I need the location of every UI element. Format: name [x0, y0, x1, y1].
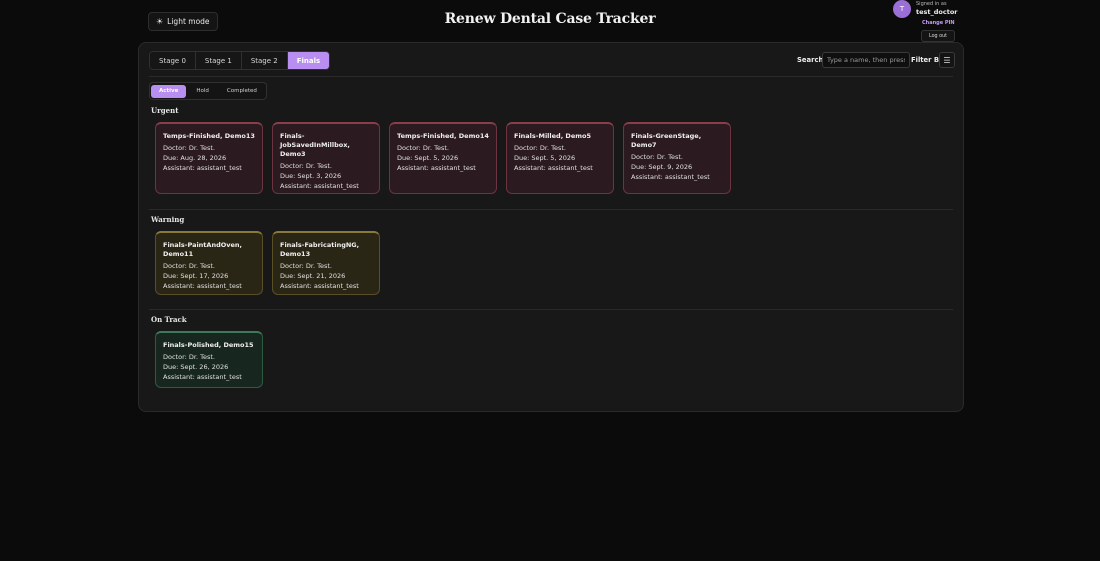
tab-hold[interactable]: Hold [188, 85, 217, 98]
case-due: Due: Sept. 5, 2026 [514, 154, 576, 162]
group-label-warning: Warning [151, 215, 185, 224]
case-doctor: Doctor: Dr. Test. [397, 144, 449, 152]
case-card[interactable]: Finals-Milled, Demo5 Doctor: Dr. Test. D… [506, 122, 614, 194]
tab-completed[interactable]: Completed [219, 85, 265, 98]
case-assistant: Assistant: assistant_test [163, 164, 242, 172]
case-assistant: Assistant: assistant_test [163, 373, 242, 381]
case-card[interactable]: Temps-Finished, Demo13 Doctor: Dr. Test.… [155, 122, 263, 194]
case-name: Finals-Polished, Demo15 [163, 341, 254, 349]
search-label: Search [797, 56, 824, 64]
tab-stage-1[interactable]: Stage 1 [195, 52, 242, 69]
case-doctor: Doctor: Dr. Test. [280, 262, 332, 270]
case-doctor: Doctor: Dr. Test. [163, 144, 215, 152]
group-label-urgent: Urgent [151, 106, 179, 115]
case-assistant: Assistant: assistant_test [280, 182, 359, 190]
case-name: Finals-JobSavedInMillbox, Demo3 [280, 132, 350, 158]
case-assistant: Assistant: assistant_test [280, 282, 359, 290]
case-name: Temps-Finished, Demo13 [163, 132, 255, 140]
case-name: Finals-PaintAndOven, Demo11 [163, 241, 242, 258]
stage-tabs: Stage 0 Stage 1 Stage 2 Finals [149, 51, 331, 70]
tab-active[interactable]: Active [151, 84, 187, 98]
filter-button[interactable]: ☰ [939, 52, 955, 68]
case-card[interactable]: Finals-Polished, Demo15 Doctor: Dr. Test… [155, 331, 263, 388]
status-tabs: Active Hold Completed [149, 82, 267, 100]
case-due: Due: Sept. 21, 2026 [280, 272, 346, 280]
case-card[interactable]: Finals-JobSavedInMillbox, Demo3 Doctor: … [272, 122, 380, 194]
case-doctor: Doctor: Dr. Test. [163, 262, 215, 270]
case-card[interactable]: Finals-PaintAndOven, Demo11 Doctor: Dr. … [155, 231, 263, 295]
tab-finals[interactable]: Finals [287, 52, 330, 69]
case-card[interactable]: Finals-FabricatingNG, Demo13 Doctor: Dr.… [272, 231, 380, 295]
case-doctor: Doctor: Dr. Test. [163, 353, 215, 361]
case-due: Due: Sept. 5, 2026 [397, 154, 459, 162]
case-due: Due: Sept. 26, 2026 [163, 363, 229, 371]
group-label-on-track: On Track [151, 315, 187, 324]
case-name: Finals-GreenStage, Demo7 [631, 132, 702, 149]
change-pin-link[interactable]: Change PIN [922, 20, 955, 26]
case-name: Finals-FabricatingNG, Demo13 [280, 241, 360, 258]
case-assistant: Assistant: assistant_test [514, 164, 593, 172]
case-card[interactable]: Finals-GreenStage, Demo7 Doctor: Dr. Tes… [623, 122, 731, 194]
case-due: Due: Sept. 9, 2026 [631, 163, 693, 171]
case-assistant: Assistant: assistant_test [163, 282, 242, 290]
divider [149, 309, 953, 310]
case-due: Due: Aug. 28, 2026 [163, 154, 227, 162]
username: test_doctor [916, 8, 958, 16]
case-name: Finals-Milled, Demo5 [514, 132, 591, 140]
case-due: Due: Sept. 17, 2026 [163, 272, 229, 280]
case-board-panel: Stage 0 Stage 1 Stage 2 Finals Search Fi… [138, 42, 964, 412]
divider [149, 76, 953, 77]
avatar[interactable]: T [893, 0, 911, 18]
case-assistant: Assistant: assistant_test [397, 164, 476, 172]
tab-stage-0[interactable]: Stage 0 [150, 52, 196, 69]
signed-in-label: Signed in as [916, 1, 947, 7]
top-bar: ☀ Light mode Renew Dental Case Tracker T… [0, 0, 1100, 42]
case-doctor: Doctor: Dr. Test. [631, 153, 683, 161]
case-assistant: Assistant: assistant_test [631, 173, 710, 181]
tab-stage-2[interactable]: Stage 2 [241, 52, 288, 69]
hamburger-menu-icon: ☰ [943, 55, 951, 65]
search-input[interactable] [822, 52, 910, 68]
case-doctor: Doctor: Dr. Test. [514, 144, 566, 152]
case-doctor: Doctor: Dr. Test. [280, 162, 332, 170]
logout-button[interactable]: Log out [921, 30, 955, 42]
case-name: Temps-Finished, Demo14 [397, 132, 489, 140]
case-card[interactable]: Temps-Finished, Demo14 Doctor: Dr. Test.… [389, 122, 497, 194]
divider [149, 209, 953, 210]
case-due: Due: Sept. 3, 2026 [280, 172, 342, 180]
